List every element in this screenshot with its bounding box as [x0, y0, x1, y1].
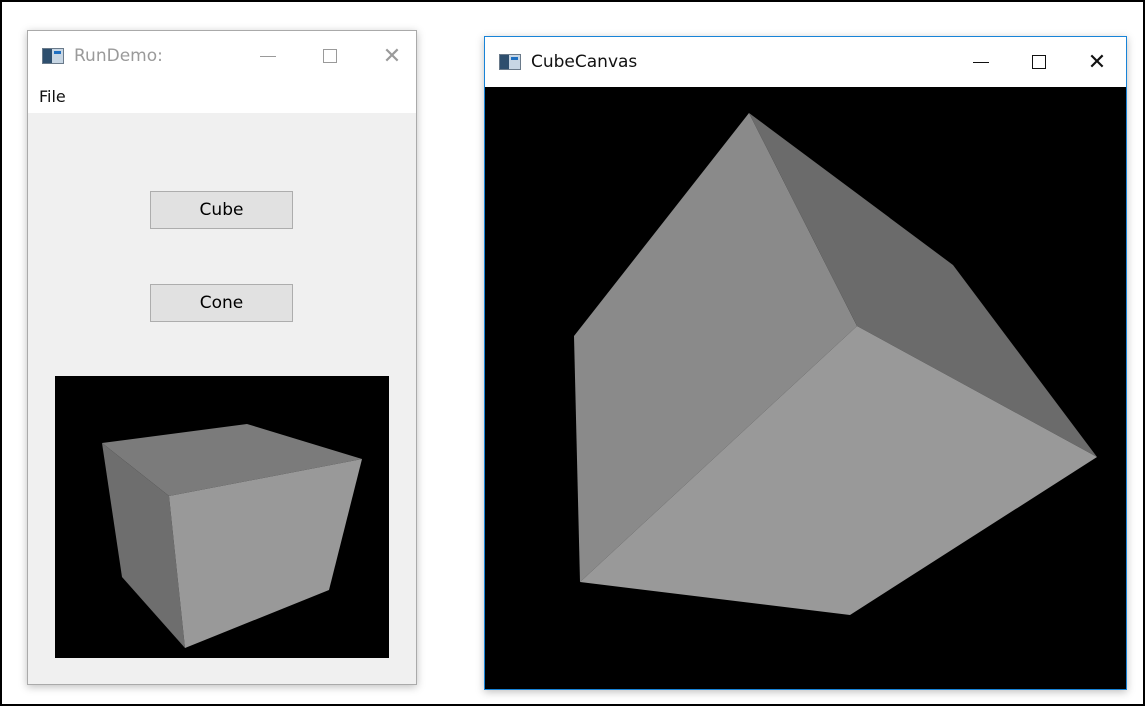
close-icon: ✕	[382, 43, 402, 69]
cube-preview-canvas	[55, 376, 389, 658]
maximize-button[interactable]	[306, 31, 354, 81]
cubecanvas-window: CubeCanvas ✕	[484, 36, 1127, 690]
maximize-icon	[1032, 55, 1046, 69]
close-button[interactable]: ✕	[368, 31, 416, 81]
rundemo-window: RunDemo: ✕ File Cube Cone	[27, 30, 417, 685]
window-title: CubeCanvas	[531, 52, 638, 72]
rundemo-titlebar[interactable]: RunDemo: ✕	[28, 31, 416, 81]
cube-button[interactable]: Cube	[150, 191, 293, 229]
maximize-button[interactable]	[1010, 37, 1068, 87]
app-icon	[42, 48, 64, 64]
cubecanvas-titlebar[interactable]: CubeCanvas ✕	[485, 37, 1126, 87]
minimize-icon	[973, 61, 989, 63]
small-cube-graphic	[102, 424, 362, 648]
minimize-button[interactable]	[244, 31, 292, 81]
window-title: RunDemo:	[74, 46, 163, 66]
app-icon	[499, 54, 521, 70]
large-cube-graphic	[574, 113, 1097, 615]
minimize-button[interactable]	[952, 37, 1010, 87]
maximize-icon	[323, 49, 337, 63]
close-button[interactable]: ✕	[1068, 37, 1126, 87]
minimize-icon	[260, 55, 276, 57]
menu-bar: File	[28, 81, 416, 113]
menu-file[interactable]: File	[39, 87, 66, 106]
cone-button[interactable]: Cone	[150, 284, 293, 322]
close-icon: ✕	[1087, 49, 1107, 75]
cube-3d-canvas[interactable]	[485, 88, 1126, 689]
